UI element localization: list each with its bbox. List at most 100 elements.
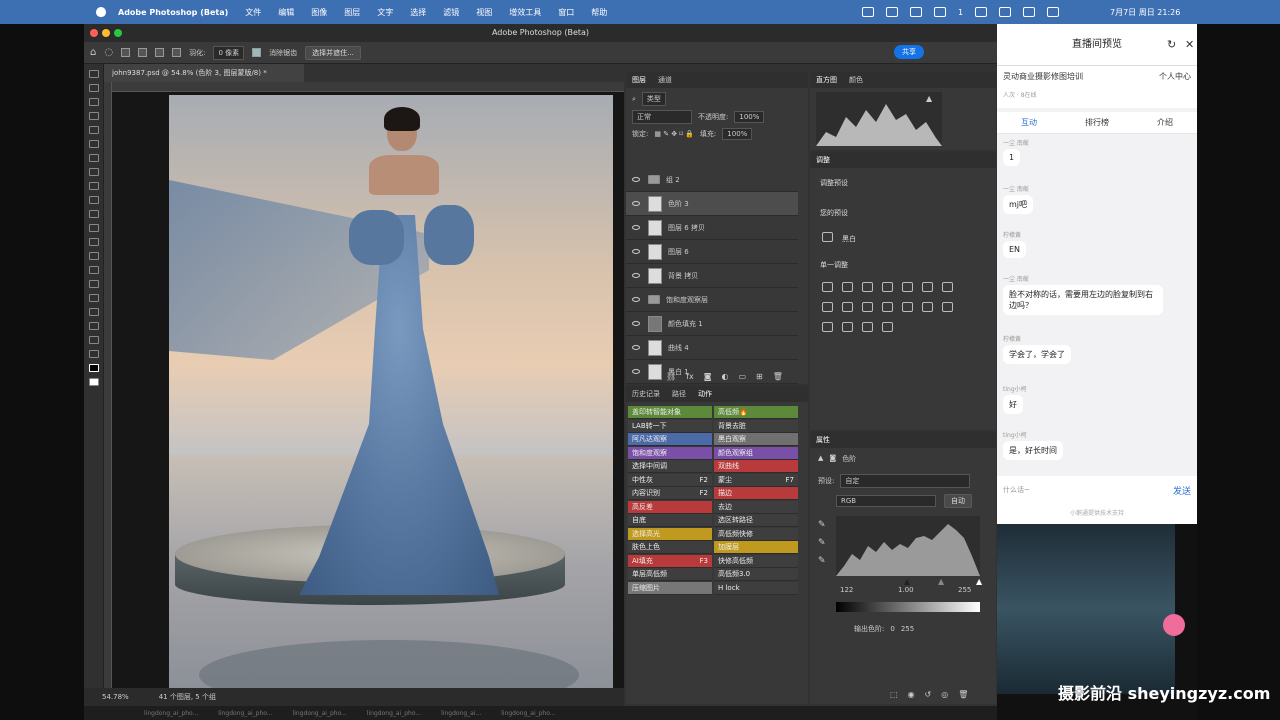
- frame-tool-icon[interactable]: [88, 140, 99, 148]
- menu-filter[interactable]: 滤镜: [443, 7, 459, 18]
- blur-tool-icon[interactable]: [88, 252, 99, 260]
- action-button[interactable]: 选择高光: [628, 527, 712, 541]
- screen-record-icon[interactable]: [886, 7, 898, 17]
- histogram-warning-icon[interactable]: ▲: [926, 94, 932, 103]
- marquee-tool-icon[interactable]: [88, 84, 99, 92]
- course-title[interactable]: 灵动商业摄影修图培训: [1003, 71, 1083, 82]
- menu-view[interactable]: 视图: [476, 7, 492, 18]
- action-button[interactable]: 黑白观察: [714, 433, 798, 446]
- action-button[interactable]: 中性灰 F2: [628, 473, 712, 487]
- action-button[interactable]: 阿凡达观察: [628, 433, 712, 446]
- visibility-eye-icon[interactable]: [632, 273, 640, 278]
- action-button[interactable]: 自底: [628, 514, 712, 527]
- shape-tool-icon[interactable]: [88, 322, 99, 330]
- keyboard-icon[interactable]: [910, 7, 922, 17]
- posterize-adjust-icon[interactable]: [922, 302, 933, 312]
- add-selection-icon[interactable]: [138, 48, 148, 57]
- tab-interaction[interactable]: 互动: [1021, 117, 1037, 128]
- menu-window[interactable]: 窗口: [558, 7, 574, 18]
- crop-tool-icon[interactable]: [88, 126, 99, 134]
- action-button[interactable]: 高低频🔥: [714, 406, 798, 419]
- tab-ranking[interactable]: 排行榜: [1085, 117, 1109, 128]
- canvas-area[interactable]: [112, 92, 624, 692]
- action-button[interactable]: 双曲线: [714, 460, 798, 473]
- preset-select[interactable]: 自定: [840, 474, 971, 488]
- gamma-input-slider[interactable]: ▲: [938, 577, 944, 586]
- visibility-eye-icon[interactable]: [632, 225, 640, 230]
- close-icon[interactable]: ✕: [1185, 38, 1194, 51]
- action-button[interactable]: LAB转一下: [628, 419, 712, 433]
- stamp-tool-icon[interactable]: [88, 196, 99, 204]
- exposure-adjust-icon[interactable]: [882, 282, 893, 292]
- link-layers-icon[interactable]: ⛓: [666, 372, 676, 381]
- vibrance-adjust-icon[interactable]: [902, 282, 913, 292]
- dodge-tool-icon[interactable]: [88, 266, 99, 274]
- selective-color-adjust-icon[interactable]: [842, 322, 853, 332]
- new-group-icon[interactable]: ▭: [738, 372, 746, 381]
- wechat-icon[interactable]: [934, 7, 946, 17]
- opacity-input[interactable]: 100%: [734, 111, 765, 123]
- mask-icon[interactable]: ◙: [829, 454, 836, 464]
- intersect-selection-icon[interactable]: [172, 48, 182, 57]
- action-button[interactable]: 单层高低频: [628, 568, 712, 581]
- color-lookup-adjust-icon[interactable]: [882, 302, 893, 312]
- antialias-checkbox[interactable]: [252, 48, 262, 57]
- menu-edit[interactable]: 编辑: [278, 7, 294, 18]
- chat-input[interactable]: 什么话~: [1003, 485, 1030, 495]
- action-button[interactable]: 去边: [714, 500, 798, 514]
- input-white-value[interactable]: 255: [958, 586, 971, 594]
- share-button[interactable]: 共享: [894, 45, 924, 59]
- eyedropper-tool-icon[interactable]: [88, 154, 99, 162]
- input-black-value[interactable]: 122: [840, 586, 853, 594]
- action-button[interactable]: 快修高低频: [714, 554, 798, 568]
- reset-icon[interactable]: ↺: [925, 690, 932, 699]
- document-image[interactable]: [169, 95, 613, 692]
- action-button[interactable]: AI填充 F3: [628, 554, 712, 568]
- action-button[interactable]: H lock: [714, 581, 798, 595]
- menu-plugins[interactable]: 增效工具: [509, 7, 541, 18]
- visibility-eye-icon[interactable]: [632, 201, 640, 206]
- tab-paths[interactable]: 路径: [672, 389, 686, 399]
- action-button[interactable]: 内容识别 F2: [628, 487, 712, 500]
- gray-point-eyedropper-icon[interactable]: ✎: [818, 534, 826, 552]
- doc-status[interactable]: 41 个图层, 5 个组: [159, 692, 216, 702]
- action-button[interactable]: 蒙尘 F7: [714, 473, 798, 487]
- adjust-presets-heading[interactable]: 调整预设: [820, 178, 848, 188]
- visibility-eye-icon[interactable]: [632, 369, 640, 374]
- eraser-tool-icon[interactable]: [88, 224, 99, 232]
- layer-row[interactable]: 图层 6 拷贝: [626, 216, 798, 240]
- clip-to-layer-icon[interactable]: ⬚: [890, 690, 898, 699]
- menu-layer[interactable]: 图层: [344, 7, 360, 18]
- tab-actions[interactable]: 动作: [698, 389, 712, 399]
- visibility-eye-icon[interactable]: [632, 345, 640, 350]
- new-selection-icon[interactable]: [121, 48, 131, 57]
- subtract-selection-icon[interactable]: [155, 48, 165, 57]
- your-presets-heading[interactable]: 您的预设: [820, 208, 848, 218]
- visibility-eye-icon[interactable]: [632, 321, 640, 326]
- action-button[interactable]: 肤色上色: [628, 541, 712, 554]
- bw-preset-icon[interactable]: [822, 232, 833, 242]
- menubar-clock[interactable]: 7月7日 周日 21:26: [1110, 7, 1180, 18]
- white-point-eyedropper-icon[interactable]: ✎: [818, 552, 826, 570]
- white-input-slider[interactable]: ▲: [976, 577, 982, 586]
- action-button[interactable]: 饱和度观察: [628, 446, 712, 460]
- threshold-adjust-icon[interactable]: [942, 302, 953, 312]
- tab-color[interactable]: 颜色: [849, 75, 863, 85]
- output-white-value[interactable]: 255: [901, 625, 914, 633]
- background-color-swatch[interactable]: [88, 378, 99, 386]
- shadows-adjust-icon[interactable]: [862, 322, 873, 332]
- channel-select[interactable]: RGB: [836, 495, 936, 507]
- action-button[interactable]: 选区转路径: [714, 514, 798, 527]
- history-brush-icon[interactable]: [88, 210, 99, 218]
- gradient-tool-icon[interactable]: [88, 238, 99, 246]
- hand-tool-icon[interactable]: [88, 336, 99, 344]
- refresh-icon[interactable]: ↻: [1167, 38, 1176, 51]
- fx-icon[interactable]: fx: [686, 372, 694, 381]
- document-tab[interactable]: john9387.psd @ 54.8% (色阶 3, 图层蒙版/8) *: [104, 64, 304, 82]
- action-button[interactable]: 背景去脏: [714, 419, 798, 433]
- zoom-button[interactable]: [114, 29, 122, 37]
- taskbar-item[interactable]: lingdong_ai_pho...: [218, 710, 272, 717]
- black-input-slider[interactable]: ▲: [904, 577, 910, 586]
- view-previous-icon[interactable]: ◉: [908, 690, 915, 699]
- single-adjust-heading[interactable]: 单一调整: [820, 260, 848, 270]
